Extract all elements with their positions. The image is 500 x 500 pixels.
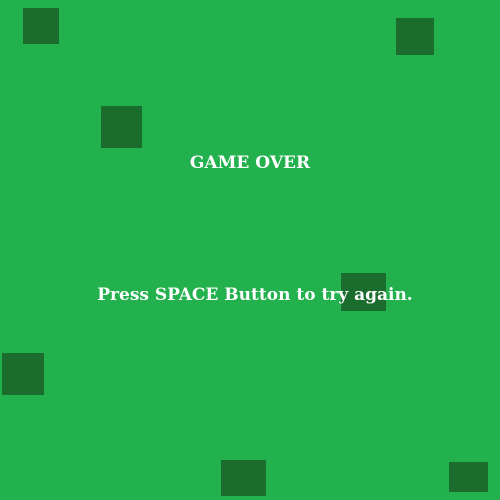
obstacle-block (23, 8, 59, 44)
obstacle-block (221, 460, 266, 496)
game-canvas[interactable]: GAME OVER Press SPACE Button to try agai… (0, 0, 500, 500)
retry-instructions: Press SPACE Button to try again. (97, 285, 413, 305)
obstacle-block (101, 106, 142, 148)
obstacle-block (2, 353, 44, 395)
obstacle-block (449, 462, 488, 492)
obstacle-block (396, 18, 434, 55)
game-over-title: GAME OVER (189, 153, 311, 173)
